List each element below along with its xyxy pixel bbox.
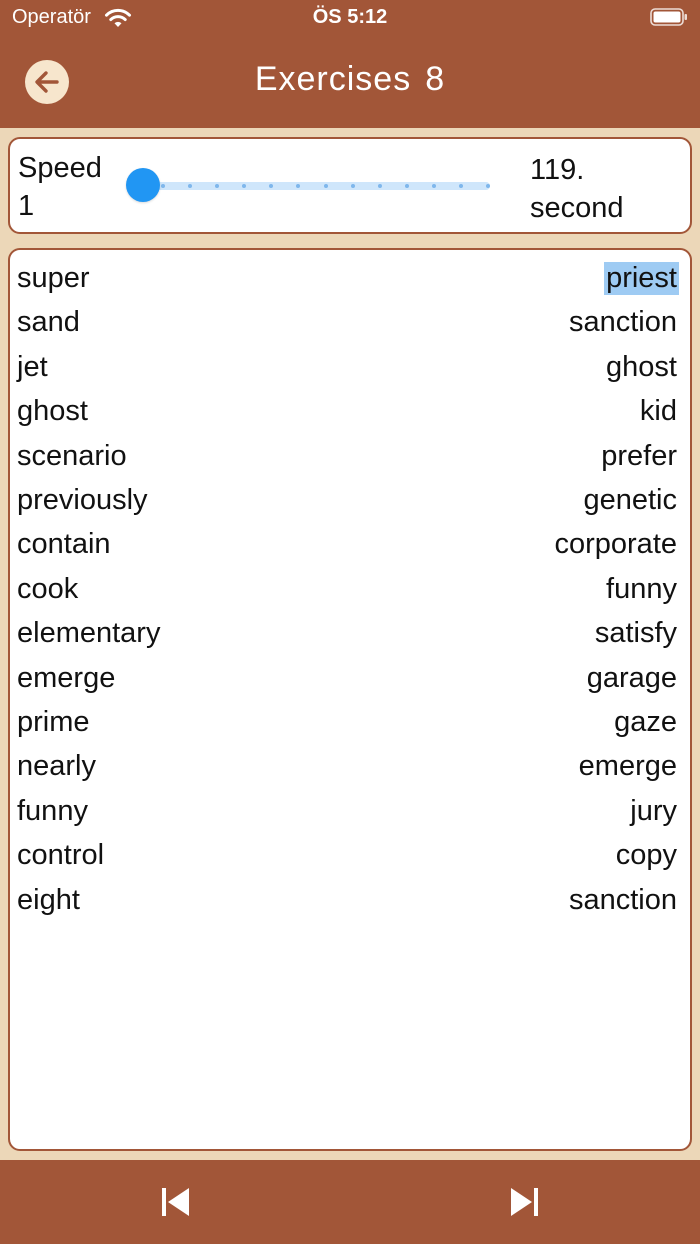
word-list: super priest sand sanction jet ghost ghost kid s… (8, 248, 692, 1151)
word-right-selected[interactable]: priest (604, 262, 679, 295)
word-left[interactable]: nearly (17, 750, 96, 783)
word-right[interactable]: jury (630, 795, 677, 828)
battery-icon (650, 8, 687, 26)
word-right[interactable]: garage (587, 662, 677, 695)
skip-next-icon (511, 1188, 538, 1216)
word-right[interactable]: corporate (554, 528, 677, 561)
word-right[interactable]: copy (616, 839, 677, 872)
next-button[interactable] (503, 1180, 547, 1224)
word-right[interactable]: kid (640, 395, 677, 428)
word-row: eight sanction (10, 874, 690, 918)
word-row: sand sanction (10, 296, 690, 340)
word-right[interactable]: prefer (601, 440, 677, 473)
slider-tick (486, 184, 490, 188)
word-left[interactable]: control (17, 839, 104, 872)
word-right[interactable]: funny (606, 573, 677, 606)
speed-slider[interactable] (126, 167, 492, 203)
word-row: super priest (10, 252, 690, 296)
word-right[interactable]: emerge (579, 750, 677, 783)
slider-tick (242, 184, 247, 188)
speed-label: Speed 1 (18, 152, 102, 222)
word-row: ghost kid (10, 385, 690, 429)
speed-value: 119. second (530, 154, 624, 224)
word-left[interactable]: ghost (17, 395, 88, 428)
word-left[interactable]: previously (17, 484, 148, 517)
page-title: Exercises 8 (0, 60, 700, 99)
previous-button[interactable] (153, 1180, 197, 1224)
exercise-number: 8 (425, 60, 446, 98)
word-right[interactable]: sanction (569, 884, 677, 917)
word-row: jet ghost (10, 341, 690, 385)
word-right[interactable]: ghost (606, 351, 677, 384)
slider-tick (458, 184, 463, 188)
word-left[interactable]: funny (17, 795, 88, 828)
slider-tick (161, 184, 166, 188)
slider-tick (377, 184, 382, 188)
word-row: cook funny (10, 563, 690, 607)
word-left[interactable]: cook (17, 573, 78, 606)
word-left[interactable]: elementary (17, 617, 160, 650)
slider-ticks (134, 184, 490, 188)
word-row: funny jury (10, 785, 690, 829)
word-right[interactable]: sanction (569, 306, 677, 339)
word-row: previously genetic (10, 474, 690, 518)
word-right[interactable]: satisfy (595, 617, 677, 650)
word-left[interactable]: scenario (17, 440, 127, 473)
word-row: control copy (10, 829, 690, 873)
word-right[interactable]: gaze (614, 706, 677, 739)
page-title-text: Exercises (254, 60, 412, 98)
word-left[interactable]: contain (17, 528, 111, 561)
slider-tick (215, 184, 220, 188)
speed-panel: Speed 1 119. second (8, 137, 692, 234)
slider-thumb[interactable] (126, 168, 160, 202)
word-left[interactable]: prime (17, 706, 90, 739)
bottom-navigation (0, 1160, 700, 1244)
word-left[interactable]: super (17, 262, 90, 295)
slider-tick (323, 184, 328, 188)
word-row: nearly emerge (10, 740, 690, 784)
word-row: contain corporate (10, 518, 690, 562)
word-left[interactable]: sand (17, 306, 80, 339)
status-time: ÖS 5:12 (312, 6, 388, 28)
word-row: scenario prefer (10, 430, 690, 474)
word-left[interactable]: emerge (17, 662, 115, 695)
status-bar: Operatör ÖS 5:12 (0, 0, 700, 36)
word-left[interactable]: jet (17, 351, 48, 384)
slider-tick (188, 184, 193, 188)
word-row: emerge garage (10, 652, 690, 696)
word-row: elementary satisfy (10, 607, 690, 651)
word-left[interactable]: eight (17, 884, 80, 917)
slider-tick (296, 184, 301, 188)
slider-tick (350, 184, 355, 188)
word-right[interactable]: genetic (583, 484, 677, 517)
slider-tick (269, 184, 274, 188)
word-row: prime gaze (10, 696, 690, 740)
skip-previous-icon (162, 1188, 189, 1216)
app-header: Operatör ÖS 5:12 Exercises 8 (0, 0, 700, 128)
slider-tick (431, 184, 436, 188)
slider-tick (404, 184, 409, 188)
